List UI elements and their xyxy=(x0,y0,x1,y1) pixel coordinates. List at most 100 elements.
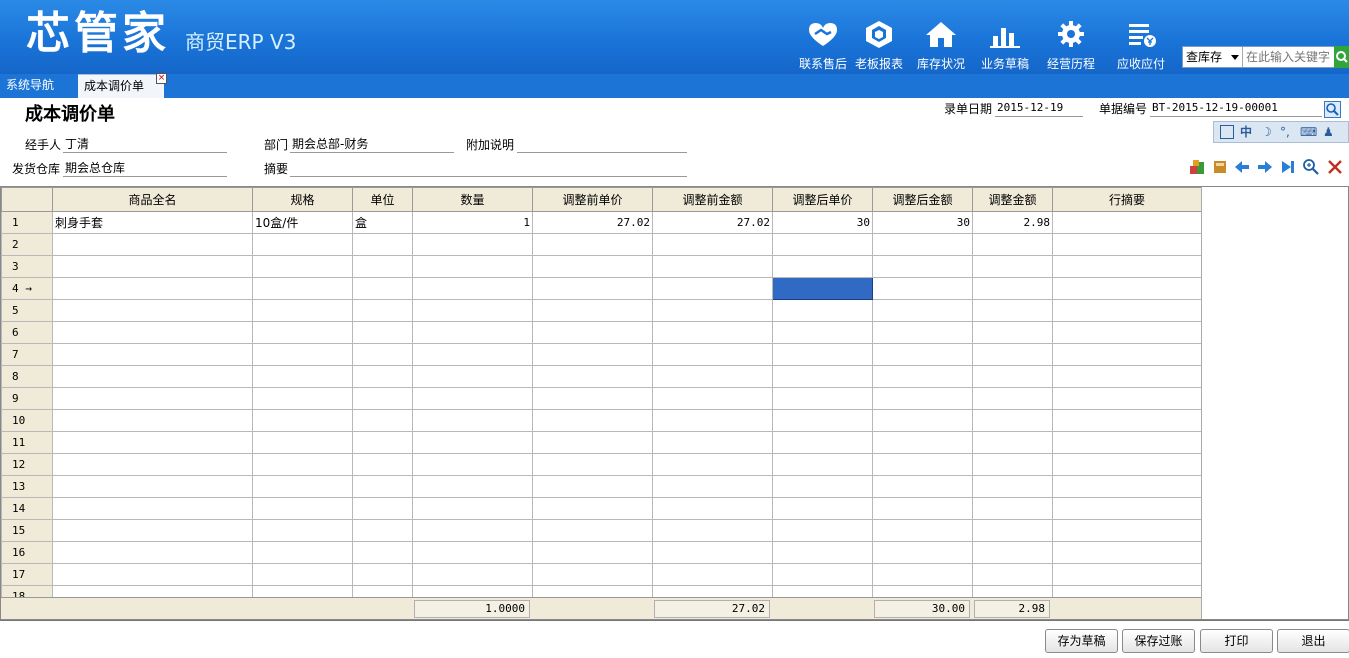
table-cell[interactable] xyxy=(52,277,253,300)
table-cell[interactable] xyxy=(412,387,533,410)
table-cell[interactable] xyxy=(972,541,1053,564)
table-cell[interactable] xyxy=(1052,365,1202,388)
table-cell[interactable] xyxy=(652,233,773,256)
nav-boss-report[interactable]: 老板报表 xyxy=(848,16,910,74)
table-cell[interactable] xyxy=(352,321,413,344)
table-cell[interactable] xyxy=(352,365,413,388)
table-cell[interactable] xyxy=(532,365,653,388)
table-row[interactable]: 14 xyxy=(1,497,1202,520)
table-cell[interactable] xyxy=(872,475,973,498)
table-cell[interactable] xyxy=(772,541,873,564)
table-cell[interactable] xyxy=(52,321,253,344)
table-cell[interactable] xyxy=(52,233,253,256)
save-draft-button[interactable]: 存为草稿 xyxy=(1045,629,1118,653)
table-cell[interactable] xyxy=(772,453,873,476)
table-row[interactable]: 9 xyxy=(1,387,1202,410)
table-cell[interactable] xyxy=(532,255,653,278)
table-cell[interactable] xyxy=(872,519,973,542)
table-cell[interactable] xyxy=(1052,299,1202,322)
column-header[interactable]: 行摘要 xyxy=(1052,187,1202,212)
table-row[interactable]: 7 xyxy=(1,343,1202,366)
column-header[interactable]: 调整后单价 xyxy=(772,187,873,212)
table-cell[interactable] xyxy=(352,541,413,564)
table-cell[interactable] xyxy=(252,453,353,476)
nav-contact-support[interactable]: 联系售后 xyxy=(792,16,854,74)
table-row[interactable]: 13 xyxy=(1,475,1202,498)
table-cell[interactable] xyxy=(52,409,253,432)
table-cell[interactable] xyxy=(652,321,773,344)
exit-button[interactable]: 退出 xyxy=(1277,629,1349,653)
tools-icon[interactable] xyxy=(1326,158,1344,176)
table-cell[interactable] xyxy=(352,409,413,432)
table-cell[interactable] xyxy=(532,343,653,366)
table-cell[interactable] xyxy=(52,475,253,498)
table-cell[interactable] xyxy=(972,233,1053,256)
table-cell[interactable]: 30 xyxy=(872,211,973,234)
table-cell[interactable] xyxy=(1052,497,1202,520)
table-cell[interactable] xyxy=(652,453,773,476)
table-cell[interactable] xyxy=(352,475,413,498)
warehouse-field[interactable]: 期会总仓库 xyxy=(63,160,227,177)
table-cell[interactable] xyxy=(252,409,353,432)
table-cell[interactable] xyxy=(252,277,353,300)
table-cell[interactable] xyxy=(772,299,873,322)
table-cell[interactable] xyxy=(252,497,353,520)
zoom-icon[interactable] xyxy=(1302,158,1320,176)
table-cell[interactable]: 2.98 xyxy=(972,211,1053,234)
table-cell[interactable] xyxy=(252,475,353,498)
table-cell[interactable] xyxy=(972,387,1053,410)
table-cell[interactable] xyxy=(252,233,353,256)
nav-business-draft[interactable]: 业务草稿 xyxy=(974,16,1036,74)
table-cell[interactable] xyxy=(652,431,773,454)
table-cell[interactable] xyxy=(252,519,353,542)
table-cell[interactable] xyxy=(652,343,773,366)
table-row[interactable]: 8 xyxy=(1,365,1202,388)
table-cell[interactable] xyxy=(772,387,873,410)
table-cell[interactable] xyxy=(252,255,353,278)
table-cell[interactable] xyxy=(1052,431,1202,454)
table-cell[interactable] xyxy=(352,277,413,300)
column-header[interactable]: 单位 xyxy=(352,187,413,212)
table-cell[interactable] xyxy=(872,563,973,586)
table-cell[interactable] xyxy=(652,277,773,300)
table-cell[interactable] xyxy=(972,497,1053,520)
docno-search-button[interactable] xyxy=(1324,101,1341,118)
table-cell[interactable] xyxy=(252,365,353,388)
table-row[interactable]: 2 xyxy=(1,233,1202,256)
column-header[interactable]: 调整后金额 xyxy=(872,187,973,212)
table-cell[interactable] xyxy=(972,453,1053,476)
table-cell[interactable] xyxy=(352,563,413,586)
table-cell[interactable] xyxy=(52,255,253,278)
print-button[interactable]: 打印 xyxy=(1200,629,1273,653)
column-header[interactable]: 商品全名 xyxy=(52,187,253,212)
column-header[interactable]: 调整前单价 xyxy=(532,187,653,212)
selected-cell[interactable] xyxy=(772,277,873,300)
column-header[interactable]: 数量 xyxy=(412,187,533,212)
user-icon[interactable]: ♟ xyxy=(1323,125,1334,139)
table-cell[interactable] xyxy=(532,299,653,322)
table-cell[interactable] xyxy=(1052,255,1202,278)
nav-receivable-payable[interactable]: 应收应付 xyxy=(1110,16,1172,74)
column-header[interactable]: 规格 xyxy=(252,187,353,212)
table-cell[interactable] xyxy=(1052,563,1202,586)
table-cell[interactable] xyxy=(972,255,1053,278)
table-cell[interactable] xyxy=(772,519,873,542)
table-cell[interactable] xyxy=(972,563,1053,586)
table-cell[interactable] xyxy=(532,475,653,498)
table-cell[interactable] xyxy=(252,343,353,366)
table-cell[interactable] xyxy=(872,299,973,322)
table-cell[interactable] xyxy=(1052,453,1202,476)
table-cell[interactable] xyxy=(412,299,533,322)
table-cell[interactable] xyxy=(52,497,253,520)
table-cell[interactable] xyxy=(412,431,533,454)
search-button[interactable] xyxy=(1334,46,1349,68)
table-cell[interactable]: 盒 xyxy=(352,211,413,234)
search-input[interactable] xyxy=(1244,47,1334,67)
table-cell[interactable] xyxy=(872,453,973,476)
table-cell[interactable] xyxy=(652,475,773,498)
table-cell[interactable] xyxy=(652,365,773,388)
table-cell[interactable] xyxy=(1052,409,1202,432)
table-cell[interactable] xyxy=(532,277,653,300)
table-cell[interactable] xyxy=(412,541,533,564)
arrow-left-icon[interactable] xyxy=(1233,158,1251,176)
